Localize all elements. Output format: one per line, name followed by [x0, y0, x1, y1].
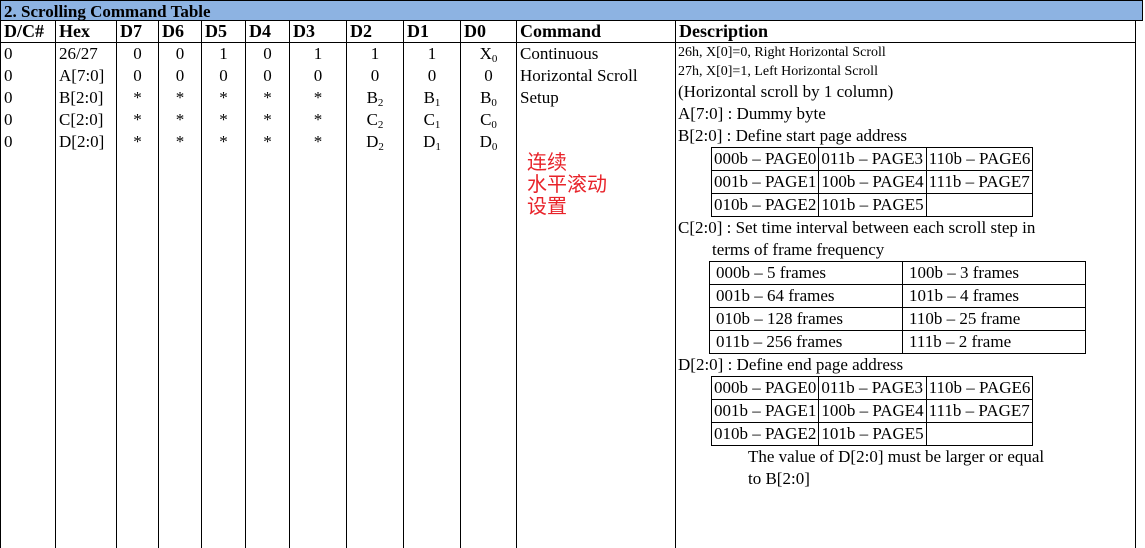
desc-line: A[7:0] : Dummy byte — [678, 103, 1138, 125]
d3-column: 1 0 * * * — [290, 43, 347, 548]
table-title-bar: 2. Scrolling Command Table — [0, 0, 1143, 21]
dc-column: 0 0 0 0 0 — [1, 43, 56, 548]
bit-value: D1 — [404, 131, 460, 158]
d1-column: 1 0 B1 C1 D1 — [404, 43, 461, 548]
bit-value: * — [117, 109, 158, 131]
header-d4: D4 — [246, 21, 290, 43]
bit-value: 1 — [404, 43, 460, 65]
dc-value: 0 — [1, 65, 55, 87]
hex-value: B[2:0] — [56, 87, 116, 109]
dc-value: 0 — [1, 87, 55, 109]
bit-value: 0 — [117, 43, 158, 65]
header-d3: D3 — [290, 21, 347, 43]
command-column: Continuous Horizontal Scroll Setup 连续 水平… — [517, 43, 676, 548]
desc-line: to B[2:0] — [678, 468, 1138, 490]
d7-column: 0 0 * * * — [117, 43, 159, 548]
header-d1: D1 — [404, 21, 461, 43]
header-d5: D5 — [202, 21, 246, 43]
desc-line: The value of D[2:0] must be larger or eq… — [678, 446, 1138, 468]
header-hex: Hex — [56, 21, 117, 43]
table-title: 2. Scrolling Command Table — [4, 1, 211, 22]
command-line: Setup — [520, 87, 559, 109]
bit-value: 0 — [246, 65, 289, 87]
bit-value: 0 — [290, 65, 346, 87]
bit-value: * — [159, 87, 201, 109]
desc-line: B[2:0] : Define start page address — [678, 125, 1138, 147]
d0-column: X0 0 B0 C0 D0 — [461, 43, 517, 548]
bit-value: 0 — [159, 43, 201, 65]
start-page-table: 000b – PAGE0011b – PAGE3110b – PAGE6 001… — [711, 147, 1033, 217]
bit-value: 0 — [117, 65, 158, 87]
d2-column: 1 0 B2 C2 D2 — [347, 43, 404, 548]
d5-column: 1 0 * * * — [202, 43, 246, 548]
d6-column: 0 0 * * * — [159, 43, 202, 548]
bit-value: * — [117, 131, 158, 153]
header-d0: D0 — [461, 21, 517, 43]
bit-value: * — [290, 131, 346, 153]
command-line: Continuous — [520, 43, 598, 65]
dc-value: 0 — [1, 131, 55, 153]
command-line: Horizontal Scroll — [520, 65, 638, 87]
bit-value: * — [159, 109, 201, 131]
d4-column: 0 0 * * * — [246, 43, 290, 548]
description-block: 26h, X[0]=0, Right Horizontal Scroll 27h… — [678, 43, 1138, 490]
bit-value: * — [117, 87, 158, 109]
chinese-annotation: 连续 水平滚动 设置 — [527, 151, 607, 217]
desc-line: terms of frame frequency — [678, 239, 1138, 261]
bit-value: 0 — [202, 65, 245, 87]
dc-value: 0 — [1, 43, 55, 65]
dc-value: 0 — [1, 109, 55, 131]
bit-value: 1 — [347, 43, 403, 65]
bit-value: 0 — [347, 65, 403, 87]
header-description: Description — [676, 21, 1136, 43]
header-dc: D/C# — [1, 21, 56, 43]
hex-value: A[7:0] — [56, 65, 116, 87]
hex-value: 26/27 — [56, 43, 116, 65]
desc-line: C[2:0] : Set time interval between each … — [678, 217, 1138, 239]
desc-line: 26h, X[0]=0, Right Horizontal Scroll — [678, 43, 1138, 62]
bit-value: * — [202, 109, 245, 131]
bit-value: * — [290, 109, 346, 131]
header-row: D/C# Hex D7 D6 D5 D4 D3 D2 D1 D0 Command… — [1, 21, 1136, 43]
desc-line: (Horizontal scroll by 1 column) — [678, 81, 1138, 103]
header-d6: D6 — [159, 21, 202, 43]
scrolling-command-table: D/C# Hex D7 D6 D5 D4 D3 D2 D1 D0 Command… — [0, 21, 1136, 548]
header-d2: D2 — [347, 21, 404, 43]
hex-value: D[2:0] — [56, 131, 116, 153]
bit-value: D0 — [461, 131, 516, 158]
bit-value: * — [159, 131, 201, 153]
bit-value: * — [246, 87, 289, 109]
bit-value: 0 — [461, 65, 516, 87]
bit-value: * — [246, 131, 289, 153]
desc-line: 27h, X[0]=1, Left Horizontal Scroll — [678, 62, 1138, 81]
bit-value: 0 — [404, 65, 460, 87]
desc-line: D[2:0] : Define end page address — [678, 354, 1138, 376]
bit-value: 0 — [159, 65, 201, 87]
bit-value: D2 — [347, 131, 403, 158]
bit-value: * — [246, 109, 289, 131]
header-d7: D7 — [117, 21, 159, 43]
header-command: Command — [517, 21, 676, 43]
end-page-table: 000b – PAGE0011b – PAGE3110b – PAGE6 001… — [711, 376, 1033, 446]
bit-value: 0 — [246, 43, 289, 65]
bit-value: * — [202, 131, 245, 153]
bit-value: * — [202, 87, 245, 109]
description-column: 26h, X[0]=0, Right Horizontal Scroll 27h… — [676, 43, 1136, 548]
frame-interval-table: 000b – 5 frames100b – 3 frames 001b – 64… — [709, 261, 1086, 354]
bit-value: 1 — [290, 43, 346, 65]
bit-value: 1 — [202, 43, 245, 65]
hex-column: 26/27 A[7:0] B[2:0] C[2:0] D[2:0] — [56, 43, 117, 548]
bit-value: * — [290, 87, 346, 109]
hex-value: C[2:0] — [56, 109, 116, 131]
